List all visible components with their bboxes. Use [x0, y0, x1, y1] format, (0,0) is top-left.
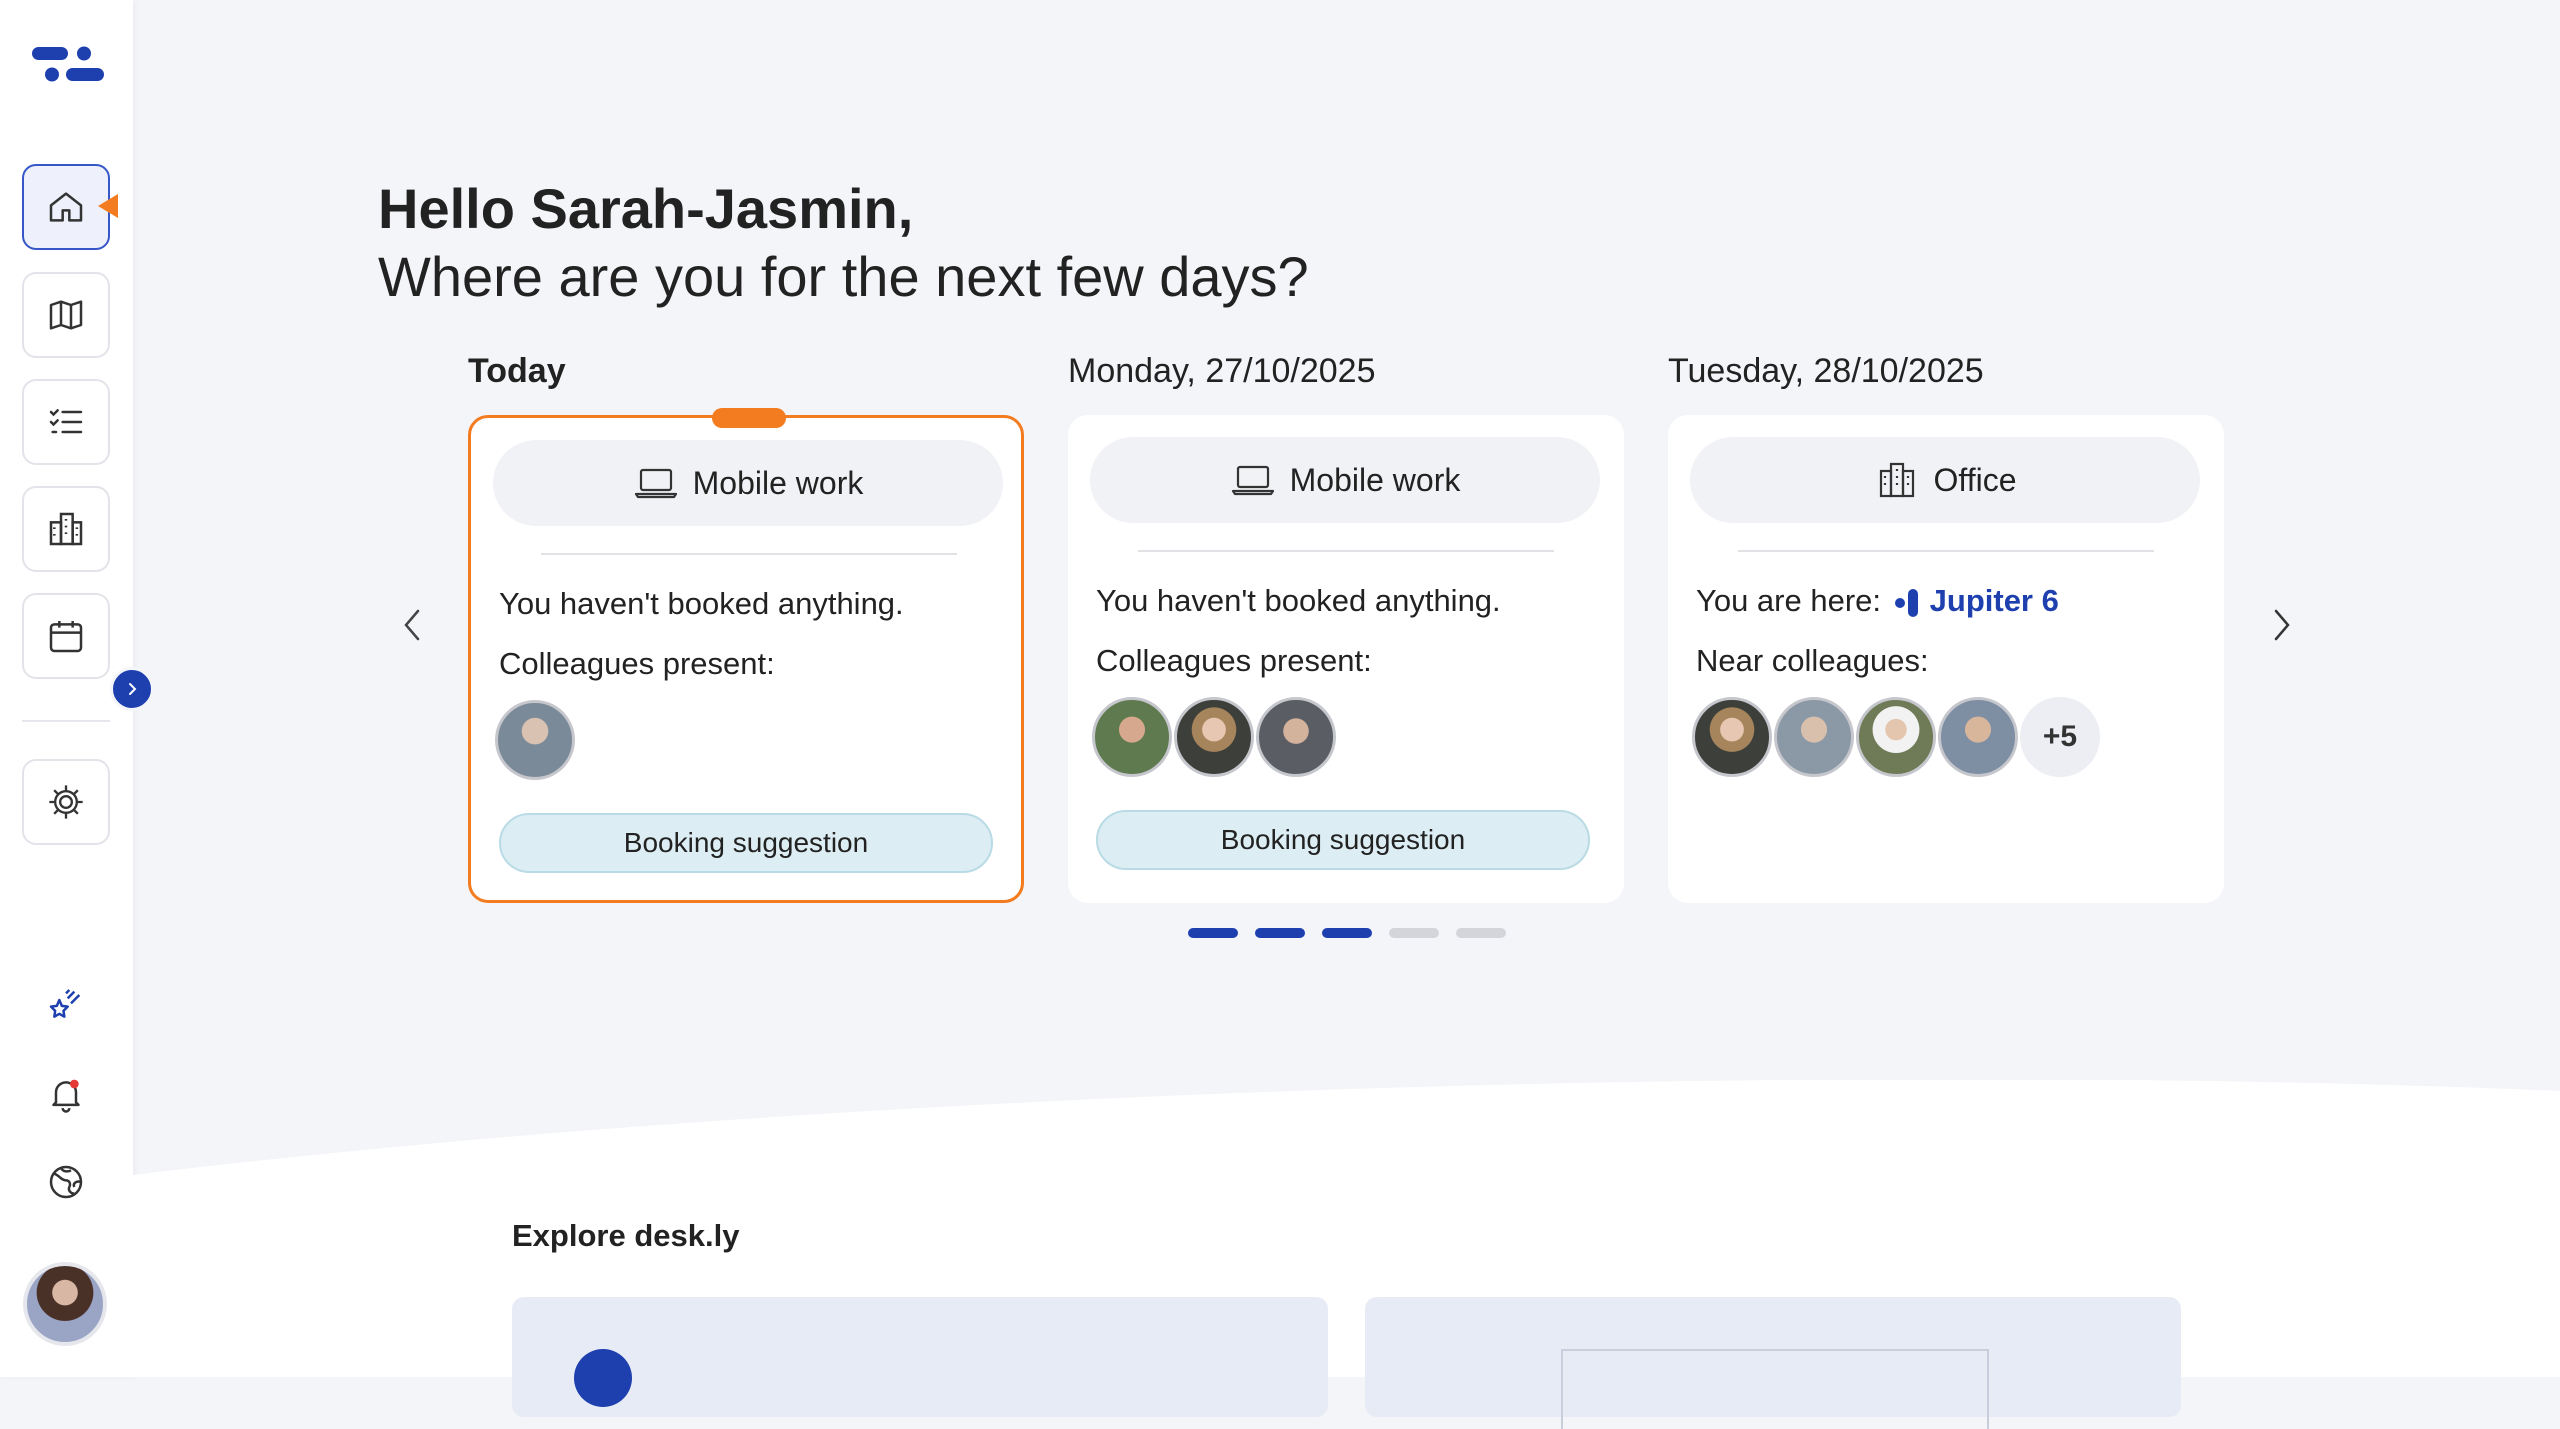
whats-new-icon: [49, 989, 81, 1018]
work-mode-label: Mobile work: [692, 464, 864, 501]
pager-dot[interactable]: [1188, 928, 1238, 938]
colleague-avatar[interactable]: [1774, 697, 1854, 777]
colleague-avatar[interactable]: [495, 700, 575, 780]
location-link[interactable]: Jupiter 6: [1930, 583, 2059, 618]
nav-map-button[interactable]: [22, 272, 110, 358]
whats-new-button[interactable]: [44, 983, 88, 1027]
calendar-icon: [49, 621, 83, 653]
greeting-subtitle: Where are you for the next few days?: [378, 245, 1309, 308]
colleagues-label: Colleagues present:: [499, 646, 775, 681]
day-card-tuesday[interactable]: Office You are here: Jupiter 6 Near coll…: [1668, 415, 2224, 903]
colleagues-label: Colleagues present:: [1096, 643, 1372, 678]
nav-calendar-button[interactable]: [22, 593, 110, 679]
colleague-avatar[interactable]: [1856, 697, 1936, 777]
day-label-today: Today: [468, 352, 566, 390]
work-mode-selector[interactable]: Mobile work: [493, 440, 1003, 526]
day-label-monday: Monday, 27/10/2025: [1068, 352, 1376, 390]
explore-title: Explore desk.ly: [512, 1218, 740, 1253]
today-indicator: [712, 408, 786, 428]
language-button[interactable]: [44, 1160, 88, 1204]
buildings-icon: [49, 512, 83, 546]
carousel-prev-button[interactable]: [392, 600, 432, 650]
settings-icon: [49, 785, 83, 819]
chevron-left-icon: [404, 609, 420, 641]
booking-status-text: You haven't booked anything.: [499, 586, 904, 621]
card-divider: [1138, 550, 1554, 552]
pager-dot[interactable]: [1389, 928, 1439, 938]
laptop-icon: [634, 468, 677, 499]
colleague-avatar[interactable]: [1256, 697, 1336, 777]
chevron-right-icon: [2274, 609, 2290, 641]
expand-sidebar-button[interactable]: [110, 667, 154, 711]
active-nav-marker: [98, 194, 118, 218]
laptop-icon: [1231, 465, 1274, 496]
pager-dot[interactable]: [1456, 928, 1506, 938]
sidebar: [0, 0, 154, 1377]
language-icon: [49, 1165, 83, 1199]
explore-card-illustration: [1561, 1349, 1989, 1429]
explore-card[interactable]: [1365, 1297, 2181, 1429]
work-mode-label: Office: [1933, 461, 2017, 498]
colleague-avatars: [495, 700, 575, 780]
map-icon: [49, 300, 83, 330]
pager-dot[interactable]: [1255, 928, 1305, 938]
sidebar-divider: [22, 720, 110, 722]
colleague-avatar[interactable]: [1174, 697, 1254, 777]
more-colleagues-badge[interactable]: +5: [2020, 697, 2100, 777]
desk-location-icon: [1894, 588, 1918, 617]
colleague-avatar[interactable]: [1692, 697, 1772, 777]
colleague-avatar[interactable]: [1092, 697, 1172, 777]
work-mode-label: Mobile work: [1289, 461, 1461, 498]
location-prefix: You are here:: [1696, 583, 1882, 618]
colleague-avatars: [1092, 697, 1336, 777]
user-avatar[interactable]: [23, 1262, 107, 1346]
pager-dot[interactable]: [1322, 928, 1372, 938]
colleagues-label: Near colleagues:: [1696, 643, 1929, 678]
card-divider: [1738, 550, 2154, 552]
nav-bookings-button[interactable]: [22, 379, 110, 465]
desk-ly-logo[interactable]: [30, 44, 106, 84]
nav-buildings-button[interactable]: [22, 486, 110, 572]
explore-card-badge: [574, 1349, 632, 1407]
booking-suggestion-button[interactable]: Booking suggestion: [499, 813, 993, 873]
home-icon: [49, 192, 83, 222]
checklist-icon: [49, 409, 83, 434]
colleague-avatars: +5: [1692, 697, 2100, 777]
colleague-avatar[interactable]: [1938, 697, 2018, 777]
work-mode-selector[interactable]: Mobile work: [1090, 437, 1600, 523]
carousel-next-button[interactable]: [2262, 600, 2302, 650]
booking-suggestion-button[interactable]: Booking suggestion: [1096, 810, 1590, 870]
day-card-monday[interactable]: Mobile work You haven't booked anything.…: [1068, 415, 1624, 903]
greeting-title: Hello Sarah-Jasmin,: [378, 177, 914, 240]
building-icon: [1879, 462, 1914, 498]
location-line: You are here: Jupiter 6: [1696, 583, 2059, 621]
carousel-pager: [1188, 928, 1506, 938]
notifications-icon: [52, 1079, 80, 1113]
card-divider: [541, 553, 957, 555]
notifications-button[interactable]: [44, 1072, 88, 1116]
explore-section-background: [133, 1080, 2560, 1377]
nav-home-button[interactable]: [22, 164, 110, 250]
day-card-today[interactable]: Mobile work You haven't booked anything.…: [468, 408, 1024, 903]
booking-status-text: You haven't booked anything.: [1096, 583, 1501, 618]
chevron-right-icon: [129, 683, 137, 695]
day-label-tuesday: Tuesday, 28/10/2025: [1668, 352, 1984, 390]
work-mode-selector[interactable]: Office: [1690, 437, 2200, 523]
explore-card[interactable]: [512, 1297, 1328, 1417]
nav-settings-button[interactable]: [22, 759, 110, 845]
